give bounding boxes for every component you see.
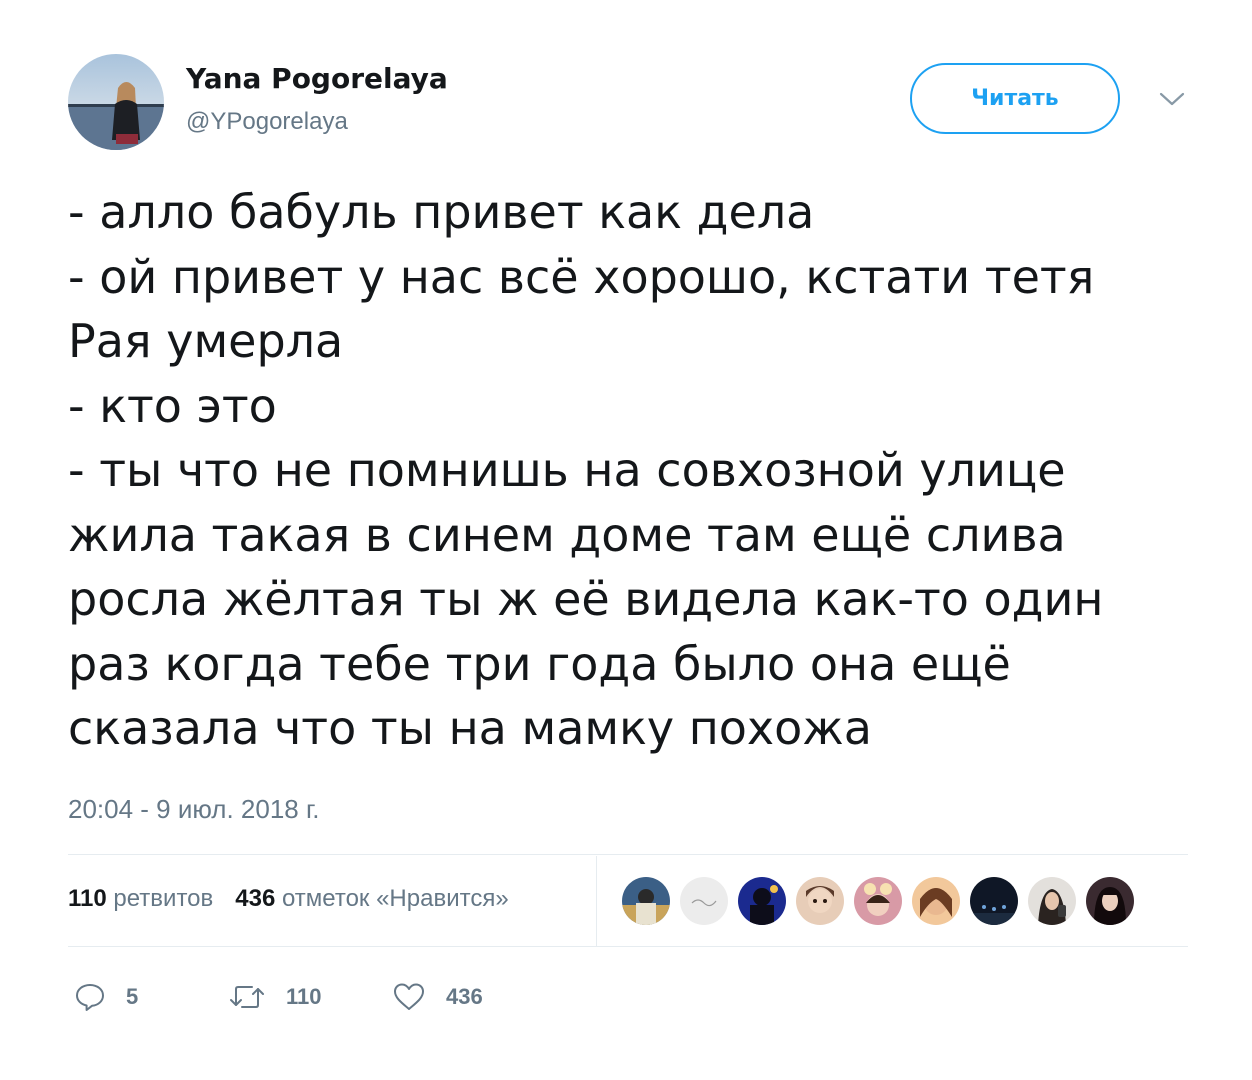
author-display-name[interactable]: Yana Pogorelaya bbox=[186, 62, 448, 95]
stats-top-divider bbox=[68, 854, 1188, 855]
tweet-line: раз когда тебе три года было она ещё bbox=[68, 636, 1011, 691]
tweet-line: - ой привет у нас всё хорошо, кстати тет… bbox=[68, 249, 1095, 304]
likes-stat[interactable]: 436 отметок «Нравится» bbox=[235, 885, 508, 912]
author-avatar[interactable] bbox=[68, 54, 164, 150]
retweets-stat[interactable]: 110 ретвитов bbox=[68, 885, 213, 912]
follow-button-label: Читать bbox=[971, 86, 1059, 111]
reply-action[interactable]: 5 bbox=[74, 980, 138, 1014]
tweet-line: Рая умерла bbox=[68, 314, 344, 368]
tweet-line: жила такая в синем доме там ещё слива bbox=[68, 507, 1066, 562]
liker-avatar[interactable] bbox=[680, 877, 728, 925]
liker-avatar[interactable] bbox=[1086, 877, 1134, 925]
liker-avatar[interactable] bbox=[854, 877, 902, 925]
like-action[interactable]: 436 bbox=[392, 980, 483, 1014]
reply-icon bbox=[74, 981, 106, 1013]
tweet-timestamp[interactable]: 20:04 - 9 июл. 2018 г. bbox=[68, 794, 320, 825]
follow-button[interactable]: Читать bbox=[910, 63, 1120, 134]
tweet-line: - кто это bbox=[68, 378, 277, 433]
retweet-action[interactable]: 110 bbox=[228, 980, 322, 1014]
tweet-line: сказала что ты на мамку похожа bbox=[68, 701, 872, 755]
liker-avatar[interactable] bbox=[912, 877, 960, 925]
liker-avatar[interactable] bbox=[970, 877, 1018, 925]
retweets-stat-count: 110 bbox=[68, 885, 107, 912]
reply-count: 5 bbox=[126, 984, 139, 1009]
likes-stat-count: 436 bbox=[235, 885, 276, 912]
like-count: 436 bbox=[446, 984, 483, 1009]
liker-avatar[interactable] bbox=[622, 877, 670, 925]
tweet-line: - алло бабуль привет как дела bbox=[68, 185, 815, 239]
stats-bottom-divider bbox=[68, 946, 1188, 947]
liker-avatar[interactable] bbox=[796, 877, 844, 925]
likes-stat-label: отметок «Нравится» bbox=[281, 885, 509, 912]
stats-vertical-divider bbox=[596, 856, 597, 946]
retweet-icon bbox=[228, 981, 266, 1013]
heart-icon bbox=[392, 981, 426, 1013]
liker-avatar[interactable] bbox=[1028, 877, 1076, 925]
chevron-down-icon[interactable] bbox=[1158, 88, 1186, 110]
tweet-text: - алло бабуль привет как дела - ой приве… bbox=[68, 180, 1188, 761]
tweet-line: росла жёлтая ты ж её видела как-то один bbox=[68, 572, 1104, 626]
tweet-stats: 110 ретвитов 436 отметок «Нравится» bbox=[68, 885, 509, 913]
author-handle[interactable]: @YPogorelaya bbox=[186, 108, 348, 136]
retweets-stat-label: ретвитов bbox=[113, 885, 214, 912]
tweet-line: - ты что не помнишь на совхозной улице bbox=[68, 443, 1066, 497]
retweet-count: 110 bbox=[286, 984, 322, 1009]
liker-avatar[interactable] bbox=[738, 877, 786, 925]
